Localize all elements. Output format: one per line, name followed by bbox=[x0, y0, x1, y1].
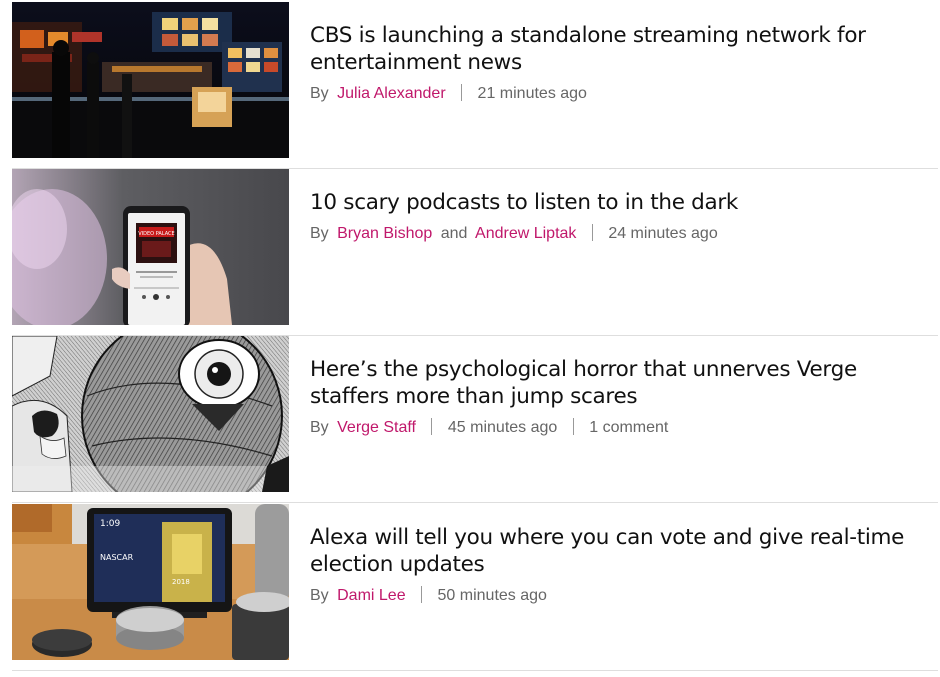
podcast-phone-image: VIDEO PALACE bbox=[12, 169, 289, 325]
article-byline: By Bryan Bishop and Andrew Liptak 24 min… bbox=[310, 224, 938, 244]
author-link[interactable]: Julia Alexander bbox=[337, 85, 446, 102]
article-feed: CBS is launching a standalone streaming … bbox=[0, 0, 940, 677]
article-title[interactable]: CBS is launching a standalone streaming … bbox=[310, 22, 930, 76]
article-body: Alexa will tell you where you can vote a… bbox=[310, 504, 938, 606]
device-screen-time: 1:09 bbox=[100, 519, 120, 529]
article-item: 1:09 NASCAR 2018 Alexa will tell you whe… bbox=[12, 504, 938, 660]
byline-prefix: By bbox=[310, 225, 329, 242]
device-screen-text: NASCAR bbox=[100, 553, 134, 562]
article-item: CBS is launching a standalone streaming … bbox=[12, 2, 938, 158]
article-thumbnail[interactable]: 1:09 NASCAR 2018 bbox=[12, 504, 289, 660]
byline-separator bbox=[461, 84, 463, 101]
device-screen-year: 2018 bbox=[172, 578, 190, 586]
article-divider bbox=[12, 670, 938, 671]
article-thumbnail[interactable]: VIDEO PALACE bbox=[12, 169, 289, 325]
article-divider bbox=[12, 502, 938, 503]
article-byline: By Verge Staff 45 minutes ago 1 comment bbox=[310, 418, 938, 438]
article-body: CBS is launching a standalone streaming … bbox=[310, 2, 938, 104]
article-timestamp: 45 minutes ago bbox=[447, 419, 558, 436]
article-item: Here’s the psychological horror that unn… bbox=[12, 336, 938, 492]
article-timestamp: 50 minutes ago bbox=[437, 587, 547, 604]
byline-prefix: By bbox=[310, 85, 329, 102]
byline-prefix: By bbox=[310, 587, 329, 604]
byline-separator bbox=[572, 418, 574, 435]
author-joiner: and bbox=[440, 225, 468, 242]
article-thumbnail[interactable] bbox=[12, 2, 289, 158]
article-body: Here’s the psychological horror that unn… bbox=[310, 336, 938, 438]
article-timestamp: 21 minutes ago bbox=[477, 85, 587, 102]
article-title[interactable]: Here’s the psychological horror that unn… bbox=[310, 356, 930, 410]
author-link[interactable]: Verge Staff bbox=[337, 419, 416, 436]
article-byline: By Julia Alexander 21 minutes ago bbox=[310, 84, 938, 104]
tv-studio-image bbox=[12, 2, 289, 158]
echo-devices-image: 1:09 NASCAR 2018 bbox=[12, 504, 289, 660]
byline-separator bbox=[431, 418, 433, 435]
article-body: 10 scary podcasts to listen to in the da… bbox=[310, 169, 938, 244]
phone-screen-text: VIDEO PALACE bbox=[138, 231, 174, 237]
article-timestamp: 24 minutes ago bbox=[608, 225, 718, 242]
article-title[interactable]: Alexa will tell you where you can vote a… bbox=[310, 524, 930, 578]
byline-separator bbox=[591, 224, 593, 241]
article-item: VIDEO PALACE 10 scary podcasts to listen… bbox=[12, 169, 938, 325]
comments-link[interactable]: 1 comment bbox=[589, 419, 668, 436]
article-title[interactable]: 10 scary podcasts to listen to in the da… bbox=[310, 189, 930, 216]
author-link[interactable]: Bryan Bishop bbox=[337, 225, 432, 242]
article-byline: By Dami Lee 50 minutes ago bbox=[310, 586, 938, 606]
manga-eye-image bbox=[12, 336, 289, 492]
article-thumbnail[interactable] bbox=[12, 336, 289, 492]
byline-prefix: By bbox=[310, 419, 329, 436]
author-link[interactable]: Andrew Liptak bbox=[475, 225, 576, 242]
byline-separator bbox=[421, 586, 423, 603]
author-link[interactable]: Dami Lee bbox=[337, 587, 405, 604]
